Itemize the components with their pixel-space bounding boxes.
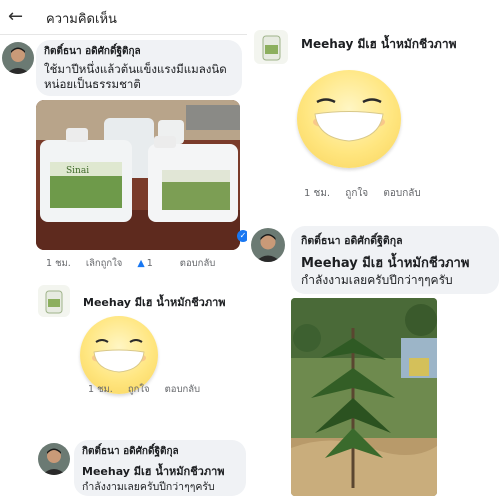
like-button[interactable]: ถูกใจ bbox=[128, 384, 150, 395]
durian-tree-photo[interactable] bbox=[291, 298, 437, 496]
unlike-button[interactable]: เลิกถูกใจ bbox=[86, 258, 123, 269]
page-mention[interactable]: Meehay มีเฮ น้ำหมักชีวภาพ bbox=[82, 462, 238, 480]
page-mention[interactable]: Meehay มีเฮ น้ำหมักชีวภาพ bbox=[301, 252, 489, 273]
avatar[interactable] bbox=[251, 228, 285, 262]
like-count: ▲ bbox=[137, 258, 145, 269]
comment-time: 1 ชม. bbox=[88, 384, 113, 395]
like-count-value: 1 bbox=[146, 258, 153, 269]
avatar[interactable] bbox=[2, 42, 34, 74]
reply-button[interactable]: ตอบกลับ bbox=[180, 258, 216, 269]
avatar[interactable] bbox=[38, 443, 70, 475]
comment-bubble: กิตติ์ธนา อดิศักดิ์ฐิติกุล ใช้มาปีหนึ่งแ… bbox=[36, 40, 242, 96]
comment-bubble: กิตติ์ธนา อดิศักดิ์ฐิติกุล Meehay มีเฮ น… bbox=[291, 226, 499, 294]
comment-author[interactable]: กิตติ์ธนา อดิศักดิ์ฐิติกุล bbox=[301, 232, 489, 249]
arrow-left-icon[interactable]: ← bbox=[8, 6, 23, 27]
jug-label: Sinai bbox=[66, 166, 89, 176]
comment-text: กำลังงามเลยครับปีกว่าๆๆครับ bbox=[301, 273, 453, 287]
page-title: ความคิดเห็น bbox=[46, 12, 117, 27]
comment-actions: 1 ชม. ถูกใจ ตอบกลับ bbox=[88, 382, 212, 397]
reply-button[interactable]: ตอบกลับ bbox=[383, 188, 420, 199]
comment-author[interactable]: กิตติ์ธนา อดิศักดิ์ฐิติกุล bbox=[44, 44, 234, 59]
comment-actions: 1 ชม. ถูกใจ ตอบกลับ bbox=[304, 186, 433, 201]
comment-time: 1 ชม. bbox=[46, 258, 71, 269]
comment-text: ใช้มาปีหนึ่งแล้วต้นแข็งแรงมีแมลงนิด bbox=[44, 62, 227, 76]
page-avatar[interactable] bbox=[254, 30, 288, 64]
page-avatar[interactable] bbox=[38, 285, 70, 317]
comment-actions: 1 ชม. เลิกถูกใจ ▲ 1 ตอบกลับ bbox=[46, 256, 227, 271]
comment-author[interactable]: Meehay มีเฮ น้ำหมักชีวภาพ bbox=[301, 35, 456, 54]
fertilizer-jugs-photo[interactable]: Sinai bbox=[36, 100, 240, 250]
comment-author[interactable]: กิตติ์ธนา อดิศักดิ์ฐิติกุล bbox=[82, 444, 238, 459]
comments-header: ← ความคิดเห็น bbox=[0, 0, 247, 35]
reply-button[interactable]: ตอบกลับ bbox=[165, 384, 201, 395]
comment-time: 1 ชม. bbox=[304, 188, 331, 199]
comment-bubble: กิตติ์ธนา อดิศักดิ์ฐิติกุล Meehay มีเฮ น… bbox=[74, 440, 246, 496]
comment-text: กำลังงามเลยครับปีกว่าๆๆครับ bbox=[82, 481, 215, 493]
comment-text: หน่อยเป็นธรรมชาติ bbox=[44, 77, 141, 91]
like-button[interactable]: ถูกใจ bbox=[345, 188, 368, 199]
comment-author[interactable]: Meehay มีเฮ น้ำหมักชีวภาพ bbox=[83, 293, 226, 311]
grinning-face-sticker bbox=[297, 70, 401, 168]
